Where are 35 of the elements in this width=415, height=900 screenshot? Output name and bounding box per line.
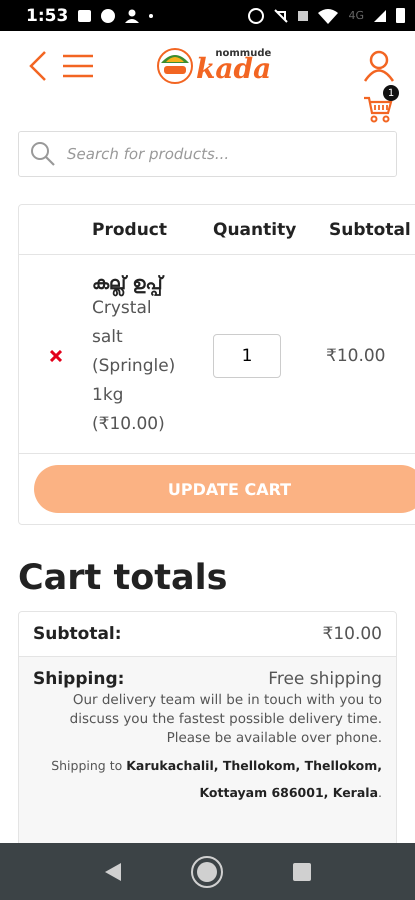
shipping-address: Shipping to Karukachalil, Thellokom, Thellokom, Kottayam 686001, Kerala.	[50, 757, 382, 802]
cart-icon[interactable]	[363, 95, 393, 123]
remove-icon[interactable]	[50, 350, 62, 362]
column-header: Quantity	[213, 220, 298, 240]
shipping-value: Free shipping	[268, 669, 382, 689]
chat-icon	[101, 8, 116, 22]
battery-icon	[396, 8, 405, 23]
user-icon[interactable]	[363, 50, 395, 82]
quantity-field[interactable]: 1	[213, 334, 281, 378]
search-field[interactable]: Search for products...	[18, 131, 397, 177]
dot-icon	[149, 14, 154, 18]
product-name-local[interactable]: കല്ല് ഉപ്പ്	[92, 273, 210, 294]
product-subtotal: ₹10.00	[326, 346, 386, 366]
recents-nav-icon[interactable]	[292, 862, 312, 882]
logo-wordmark: kada	[196, 55, 272, 83]
search-icon	[30, 141, 56, 167]
back-nav-icon[interactable]	[104, 862, 122, 882]
subtotal-value: ₹10.00	[322, 624, 382, 644]
signal-icon	[374, 10, 386, 22]
cart-count-badge: 1	[383, 85, 399, 101]
column-header: Product	[92, 220, 168, 240]
person-icon	[125, 8, 140, 22]
column-header: Subtotal	[329, 220, 412, 240]
shipping-label: Shipping:	[33, 669, 124, 689]
menu-icon[interactable]	[62, 54, 94, 78]
logo-emblem-icon	[156, 47, 194, 85]
back-icon[interactable]	[28, 50, 48, 82]
cart-totals-title: Cart totals	[18, 557, 228, 599]
wifi-icon	[318, 8, 338, 24]
network-label: 4G	[348, 9, 364, 22]
alarm-icon	[248, 8, 264, 24]
status-time: 1:53	[26, 6, 68, 26]
subtotal-label: Subtotal:	[33, 624, 122, 644]
shipping-note: Our delivery team will be in touch with you to discuss you the fastest possible delivery time. Please be available over phone.	[68, 691, 382, 748]
home-nav-icon[interactable]	[190, 854, 224, 888]
